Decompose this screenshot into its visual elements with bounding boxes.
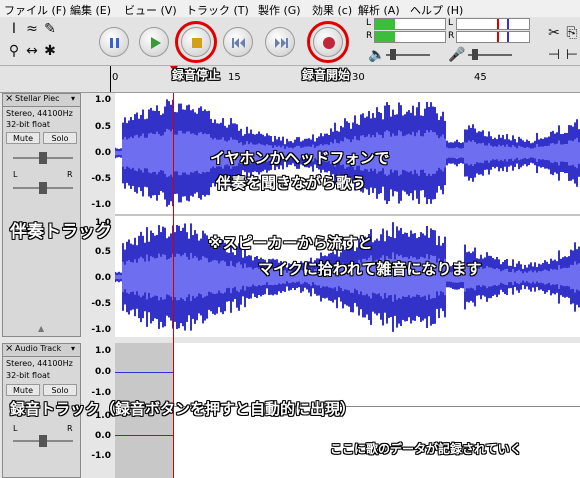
timeline-ruler[interactable]: 0 15 30 45 bbox=[0, 66, 580, 93]
stop-highlight-ring bbox=[175, 21, 217, 63]
pause-icon bbox=[110, 38, 119, 48]
track-panel-backing: × Stellar Piec ▾ Stereo, 44100Hz 32-bit … bbox=[2, 93, 81, 337]
annotation-earphone-1: イヤホンかヘッドフォンで bbox=[210, 149, 390, 167]
track-close-icon[interactable]: × bbox=[5, 343, 13, 354]
annotation-record: 録音開始 bbox=[302, 68, 351, 82]
scale-label: 1.0 bbox=[95, 346, 111, 356]
annotation-backing-track: 伴奏トラック bbox=[10, 222, 112, 242]
ruler-tick-15: 15 bbox=[228, 72, 241, 83]
gain-slider[interactable] bbox=[13, 152, 73, 164]
menu-bar: ファイル (F) 編集 (E) ビュー (V) トラック (T) 製作 (G) … bbox=[0, 0, 580, 18]
skip-start-button[interactable] bbox=[223, 27, 253, 57]
ruler-tick-30: 30 bbox=[352, 72, 365, 83]
microphone-icon[interactable]: 🎤 bbox=[448, 47, 465, 63]
pause-button[interactable] bbox=[99, 27, 129, 57]
playback-meter-left bbox=[374, 18, 446, 30]
meter-left-label: L bbox=[366, 18, 372, 28]
annotation-data: ここに歌のデータが記録されていく bbox=[330, 442, 522, 456]
track-name[interactable]: Audio Track bbox=[15, 344, 61, 353]
menu-effect[interactable]: 効果 (c) bbox=[312, 2, 352, 18]
draw-tool-icon[interactable]: ✎ bbox=[42, 21, 58, 37]
scale-label: 0.0 bbox=[95, 431, 111, 441]
scale-label: -1.0 bbox=[91, 388, 111, 398]
ruler-tick-45: 45 bbox=[474, 72, 487, 83]
solo-button[interactable]: Solo bbox=[43, 384, 77, 396]
mute-button[interactable]: Mute bbox=[6, 384, 40, 396]
meter-right-label: R bbox=[366, 31, 373, 41]
pan-slider[interactable] bbox=[13, 435, 73, 447]
cut-icon[interactable]: ✂ bbox=[546, 25, 562, 41]
scale-label: 0.5 bbox=[95, 122, 111, 132]
track-menu-arrow-icon[interactable]: ▾ bbox=[71, 94, 75, 103]
scale-label: -0.5 bbox=[91, 174, 111, 184]
record-highlight-ring bbox=[307, 21, 349, 63]
collapse-arrow-icon[interactable]: ▲ bbox=[38, 324, 44, 333]
track-format: Stereo, 44100Hz bbox=[6, 359, 73, 368]
backing-track-waveform[interactable] bbox=[115, 93, 580, 337]
scale-label: -1.0 bbox=[91, 451, 111, 461]
menu-file[interactable]: ファイル (F) bbox=[4, 2, 66, 18]
pan-left-label: L bbox=[13, 424, 18, 433]
annotation-speaker-2: マイクに拾われて雑音になります bbox=[258, 260, 482, 278]
annotation-recording-track: 録音トラック（録音ボタンを押すと自動的に出現） bbox=[10, 400, 356, 418]
scale-label: 0.0 bbox=[95, 367, 111, 377]
track-bitdepth: 32-bit float bbox=[6, 371, 51, 380]
playhead-line bbox=[173, 93, 174, 478]
pan-slider[interactable] bbox=[13, 182, 73, 194]
menu-tracks[interactable]: トラック (T) bbox=[186, 2, 249, 18]
multi-tool-icon[interactable]: ✱ bbox=[42, 43, 58, 59]
skip-start-icon bbox=[232, 38, 245, 48]
speaker-icon[interactable]: 🔈 bbox=[368, 47, 385, 63]
silence-icon[interactable]: ⊢ bbox=[564, 47, 580, 63]
track-format: Stereo, 44100Hz bbox=[6, 109, 73, 118]
annotation-speaker-1: ※スピーカーから流すと bbox=[208, 234, 373, 252]
scale-label: 1.0 bbox=[95, 95, 111, 105]
mute-button[interactable]: Mute bbox=[6, 132, 40, 144]
track-backing-scale: 1.0 0.5 0.0 -0.5 -1.0 1.0 0.5 0.0 -0.5 -… bbox=[82, 93, 114, 337]
menu-generate[interactable]: 製作 (G) bbox=[258, 2, 301, 18]
selection-tool-icon[interactable]: I bbox=[6, 21, 22, 37]
annotation-stop: 録音停止 bbox=[172, 68, 221, 82]
scale-label: -1.0 bbox=[91, 200, 111, 210]
record-meter-left bbox=[456, 18, 530, 30]
menu-view[interactable]: ビュー (V) bbox=[124, 2, 177, 18]
pan-right-label: R bbox=[67, 170, 73, 179]
rec-meter-left-label: L bbox=[448, 18, 454, 28]
playback-volume-slider[interactable] bbox=[386, 49, 430, 60]
pan-left-label: L bbox=[13, 170, 18, 179]
ruler-tick-0: 0 bbox=[112, 72, 119, 83]
copy-icon[interactable]: ⎘ bbox=[564, 25, 580, 41]
solo-button[interactable]: Solo bbox=[43, 132, 77, 144]
play-icon bbox=[151, 37, 161, 49]
scale-label: -0.5 bbox=[91, 299, 111, 309]
menu-analyze[interactable]: 解析 (A) bbox=[358, 2, 400, 18]
track-name[interactable]: Stellar Piec bbox=[15, 94, 60, 103]
annotation-earphone-2: 伴奏を聞きながら歌う bbox=[216, 174, 367, 192]
track-bitdepth: 32-bit float bbox=[6, 120, 51, 129]
track-menu-arrow-icon[interactable]: ▾ bbox=[71, 344, 75, 353]
scale-label: -1.0 bbox=[91, 325, 111, 335]
scale-label: 0.5 bbox=[95, 247, 111, 257]
zoom-tool-icon[interactable]: ⚲ bbox=[6, 43, 22, 59]
play-button[interactable] bbox=[139, 27, 169, 57]
rec-meter-right-label: R bbox=[448, 31, 455, 41]
track-close-icon[interactable]: × bbox=[5, 93, 13, 104]
record-meter-right bbox=[456, 31, 530, 43]
playback-meter-right bbox=[374, 31, 446, 43]
skip-end-icon bbox=[275, 38, 288, 48]
toolbar: I ≈ ✎ ⚲ ↔ ✱ L R L R 🔈 🎤 ✂ ⎘ ⊣ ⊢ bbox=[0, 17, 580, 66]
skip-end-button[interactable] bbox=[265, 27, 295, 57]
recording-volume-slider[interactable] bbox=[468, 49, 512, 60]
menu-edit[interactable]: 編集 (E) bbox=[70, 2, 111, 18]
scale-label: 0.0 bbox=[95, 273, 111, 283]
scale-label: 0.0 bbox=[95, 148, 111, 158]
timeshift-tool-icon[interactable]: ↔ bbox=[24, 43, 40, 59]
menu-help[interactable]: ヘルプ (H) bbox=[410, 2, 463, 18]
envelope-tool-icon[interactable]: ≈ bbox=[24, 21, 40, 37]
pan-right-label: R bbox=[67, 424, 73, 433]
trim-icon[interactable]: ⊣ bbox=[546, 47, 562, 63]
